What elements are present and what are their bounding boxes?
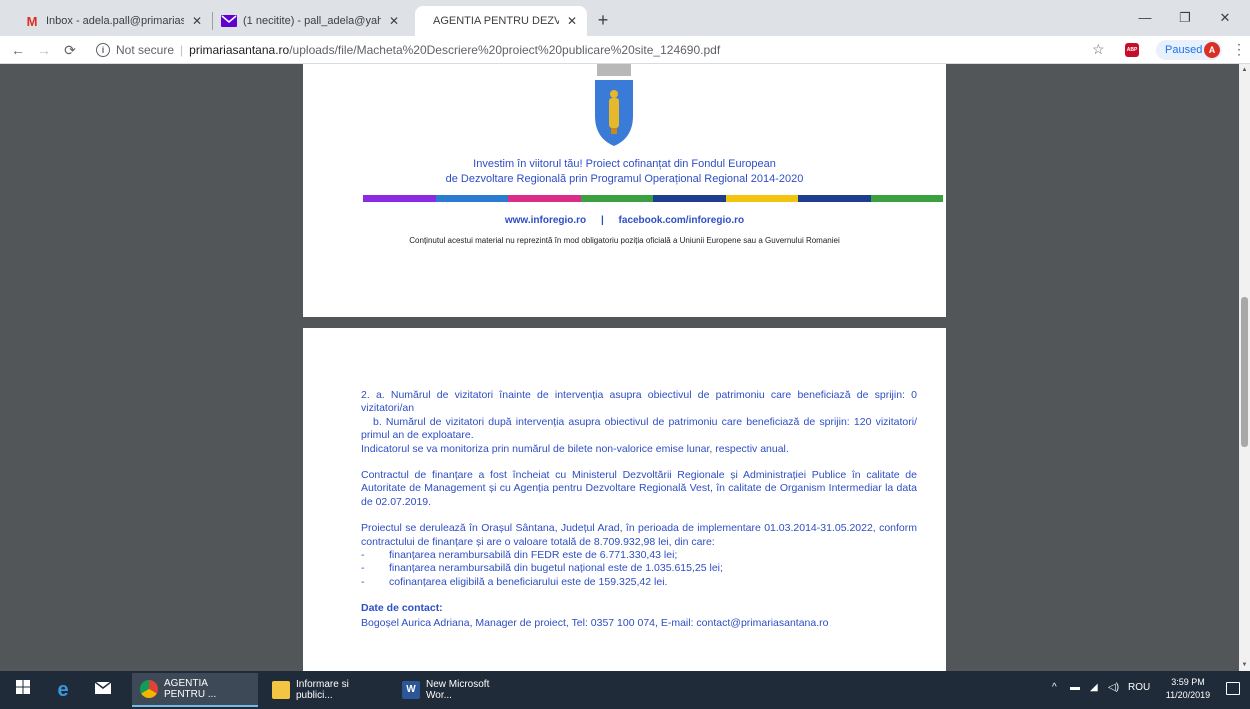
windows-start-icon[interactable] (12, 679, 34, 701)
tab-strip: M Inbox - adela.pall@primariasanta ✕ (1 … (0, 0, 1250, 36)
pdf-page-1: Investim în viitorul tău! Proiect cofina… (303, 64, 946, 317)
profile-status: Paused (1165, 44, 1203, 56)
paragraph-contract: Contractul de finanțare a fost încheiat … (361, 469, 917, 508)
funding-list: finanțarea nerambursabilă din FEDR este … (361, 549, 917, 590)
regio-links: www.inforegio.ro | facebook.com/inforegi… (303, 215, 946, 226)
list-item: finanțarea nerambursabilă din FEDR este … (361, 549, 917, 563)
tab-title: Inbox - adela.pall@primariasanta (46, 15, 184, 27)
chrome-icon (140, 680, 158, 698)
close-icon[interactable]: ✕ (565, 14, 579, 28)
taskbar-app-chrome[interactable]: AGENTIA PENTRU ... (132, 673, 258, 707)
contact-header: Date de contact: (361, 602, 443, 615)
battery-icon[interactable]: ▬ (1070, 682, 1080, 693)
scroll-up-icon[interactable]: ▲ (1239, 67, 1250, 73)
minimize-button[interactable]: — (1125, 6, 1165, 30)
bookmark-star-icon[interactable]: ☆ (1092, 41, 1105, 58)
avatar: A (1204, 42, 1220, 58)
system-clock[interactable]: 3:59 PM 11/20/2019 (1160, 676, 1216, 702)
address-bar[interactable]: i Not secure | primariasantana.ro/upload… (96, 40, 1096, 60)
browser-toolbar: ← → ⟳ i Not secure | primariasantana.ro /… (0, 36, 1250, 64)
coat-of-arms-icon (595, 64, 633, 146)
edge-icon[interactable]: e (52, 679, 74, 701)
facebook-link[interactable]: facebook.com/inforegio.ro (619, 215, 745, 226)
forward-arrow-icon[interactable]: → (34, 40, 54, 60)
paragraph-project: Proiectul se derulează în Orașul Sântana… (361, 522, 917, 548)
volume-icon[interactable]: ◁) (1108, 682, 1119, 693)
link-separator: | (600, 215, 604, 226)
language-indicator[interactable]: ROU (1128, 682, 1150, 693)
tab-title: AGENTIA PENTRU DEZVOLTARE R (433, 15, 559, 27)
contact-line: Bogoșel Aurica Adriana, Manager de proie… (361, 616, 829, 629)
color-stripe-segment (363, 195, 436, 202)
menu-kebab-icon[interactable]: ⋮ (1232, 41, 1246, 58)
divider: | (180, 43, 184, 57)
paragraph-2b: b. Numărul de vizitatori după intervenți… (361, 415, 917, 442)
app-label: New Microsoft Wor... (426, 679, 490, 701)
url-path: /uploads/file/Macheta%20Descriere%20proi… (289, 43, 721, 57)
yahoo-mail-icon (221, 14, 237, 28)
mail-icon[interactable] (92, 679, 114, 701)
close-window-button[interactable]: ✕ (1205, 6, 1245, 30)
notification-icon[interactable] (1226, 682, 1240, 695)
clock-time: 3:59 PM (1171, 677, 1205, 687)
back-arrow-icon[interactable]: ← (8, 40, 28, 60)
security-label: Not secure (116, 43, 175, 57)
chevron-up-icon[interactable]: ^ (1052, 682, 1057, 693)
tab-title: (1 necitite) - pall_adela@yahoo.c (243, 15, 381, 27)
list-item: finanțarea nerambursabilă din bugetul na… (361, 562, 917, 576)
new-tab-button[interactable]: + (592, 9, 614, 31)
funding-statement: Investim în viitorul tău! Proiect cofina… (303, 157, 946, 187)
adblock-icon[interactable]: ABP (1125, 43, 1139, 57)
color-stripe-segment (508, 195, 581, 202)
pdf-page-2: 2. a. Numărul de vizitatori înainte de i… (303, 328, 946, 671)
tab-agentia[interactable]: AGENTIA PENTRU DEZVOLTARE R ✕ (415, 6, 587, 36)
tab-gmail[interactable]: M Inbox - adela.pall@primariasanta ✕ (16, 6, 212, 36)
maximize-button[interactable]: ❐ (1165, 6, 1205, 30)
funding-line-1: Investim în viitorul tău! Proiect cofina… (473, 158, 776, 170)
app-label: Informare si publici... (296, 679, 349, 701)
info-icon[interactable]: i (96, 43, 110, 57)
pdf-viewer[interactable]: Investim în viitorul tău! Proiect cofina… (0, 64, 1250, 671)
close-icon[interactable]: ✕ (190, 14, 204, 28)
scroll-down-icon[interactable]: ▼ (1239, 662, 1250, 668)
url-host: primariasantana.ro (189, 43, 290, 57)
scroll-thumb[interactable] (1241, 297, 1248, 447)
color-stripe-segment (725, 195, 798, 202)
profile-button[interactable]: Paused A (1156, 40, 1222, 60)
taskbar-app-word[interactable]: W New Microsoft Wor... (394, 673, 518, 707)
scrollbar[interactable]: ▲ ▼ (1239, 64, 1250, 671)
inforegio-link[interactable]: www.inforegio.ro (505, 215, 586, 226)
tab-yahoo[interactable]: (1 necitite) - pall_adela@yahoo.c ✕ (213, 6, 409, 36)
funding-line-2: de Dezvoltare Regională prin Programul O… (445, 173, 804, 185)
word-icon: W (402, 681, 420, 699)
color-stripe-segment (798, 195, 871, 202)
page-body: 2. a. Numărul de vizitatori înainte de i… (361, 389, 917, 630)
folder-icon (272, 681, 290, 699)
color-stripe-segment (870, 195, 943, 202)
color-stripe-segment (580, 195, 653, 202)
reload-icon[interactable]: ⟳ (60, 40, 80, 60)
list-item: cofinanțarea eligibilă a beneficiarului … (361, 576, 917, 590)
wifi-icon[interactable]: ◢ (1090, 682, 1098, 693)
color-stripe-bar (363, 195, 943, 202)
clock-date: 11/20/2019 (1165, 690, 1211, 700)
app-label: AGENTIA PENTRU ... (164, 678, 217, 700)
windows-taskbar: e AGENTIA PENTRU ... Informare si public… (0, 671, 1250, 709)
close-icon[interactable]: ✕ (387, 14, 401, 28)
color-stripe-segment (653, 195, 726, 202)
paragraph-indicator: Indicatorul se va monitoriza prin număru… (361, 442, 789, 455)
disclaimer-text: Conținutul acestui material nu reprezint… (409, 236, 840, 245)
paragraph-2a: 2. a. Numărul de vizitatori înainte de i… (361, 389, 917, 415)
taskbar-app-folder[interactable]: Informare si publici... (264, 673, 388, 707)
color-stripe-segment (435, 195, 508, 202)
gmail-icon: M (26, 13, 38, 29)
